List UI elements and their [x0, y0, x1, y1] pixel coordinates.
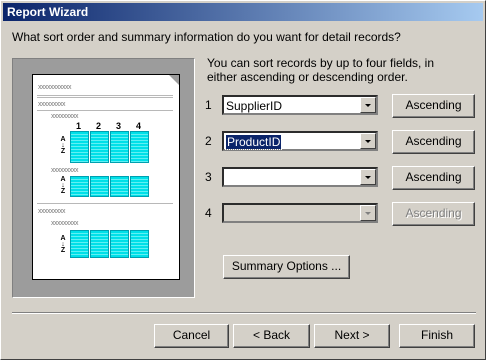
preview-group1-placeholder: xxxxxxxxx [38, 101, 66, 108]
window-title: Report Wizard [7, 5, 89, 19]
preview-detail-cell [70, 131, 89, 163]
report-preview-panel: xxxxxxxxxxx xxxxxxxxx xxxxxxxxx 1 2 3 4 … [12, 58, 195, 298]
preview-detail-cell [90, 230, 109, 258]
preview-title-placeholder: xxxxxxxxxxx [38, 84, 72, 91]
preview-column-4: 4 [136, 121, 142, 131]
sort-row-number-4: 4 [205, 206, 212, 220]
title-bar: Report Wizard [3, 3, 483, 21]
dropdown-arrow-icon[interactable] [360, 169, 376, 185]
sort-row-number-1: 1 [205, 98, 212, 112]
preview-detail-cell [110, 176, 129, 197]
preview-column-3: 3 [116, 121, 122, 131]
preview-detail-cell [130, 131, 149, 163]
preview-column-2: 2 [96, 121, 102, 131]
wizard-prompt: What sort order and summary information … [12, 30, 401, 44]
sort-field-value-2: ProductID [224, 134, 283, 150]
preview-group5-placeholder: xxxxxxxxx [51, 220, 79, 227]
preview-group3-placeholder: xxxxxxxxx [51, 167, 79, 174]
preview-group4-placeholder: xxxxxxxxx [38, 208, 66, 215]
preview-detail-cell [70, 176, 89, 197]
preview-detail-cell [90, 176, 109, 197]
summary-options-button[interactable]: Summary Options ... [223, 255, 350, 279]
sort-row-number-3: 3 [205, 170, 212, 184]
sort-field-combo-2[interactable]: ProductID [222, 131, 378, 151]
finish-button[interactable]: Finish [399, 324, 475, 348]
dropdown-arrow-icon[interactable] [360, 97, 376, 113]
sort-order-button-2[interactable]: Ascending [392, 130, 475, 154]
cancel-button[interactable]: Cancel [154, 324, 229, 348]
preview-detail-cell [110, 131, 129, 163]
report-preview-page: xxxxxxxxxxx xxxxxxxxx xxxxxxxxx 1 2 3 4 … [32, 74, 180, 280]
next-button[interactable]: Next > [314, 324, 390, 348]
page-fold-icon [168, 75, 179, 86]
sort-field-combo-1[interactable]: SupplierID [222, 95, 378, 115]
sort-row-number-2: 2 [205, 134, 212, 148]
back-button[interactable]: < Back [233, 324, 310, 348]
preview-detail-cell [130, 176, 149, 197]
sort-instructions: You can sort records by up to four field… [207, 56, 435, 84]
dropdown-arrow-icon[interactable] [360, 205, 376, 221]
dropdown-arrow-icon[interactable] [360, 133, 376, 149]
preview-detail-cell [90, 131, 109, 163]
preview-detail-cell [130, 230, 149, 258]
sort-field-combo-3[interactable] [222, 167, 378, 187]
sort-order-button-4[interactable]: Ascending [392, 202, 475, 226]
sort-ascending-icon: A ↓ Z [60, 176, 66, 195]
sort-order-button-3[interactable]: Ascending [392, 166, 475, 190]
sort-field-combo-4[interactable] [222, 203, 378, 223]
preview-detail-cell [70, 230, 89, 258]
preview-group2-placeholder: xxxxxxxxx [51, 113, 79, 120]
footer-separator [12, 312, 476, 314]
sort-ascending-icon: A ↓ Z [60, 235, 66, 254]
preview-detail-cell [110, 230, 129, 258]
report-wizard-window: Report Wizard What sort order and summar… [0, 0, 486, 360]
sort-ascending-icon: A ↓ Z [60, 136, 66, 155]
sort-field-value-1: SupplierID [226, 99, 283, 113]
sort-order-button-1[interactable]: Ascending [392, 94, 475, 118]
preview-column-1: 1 [76, 121, 82, 131]
